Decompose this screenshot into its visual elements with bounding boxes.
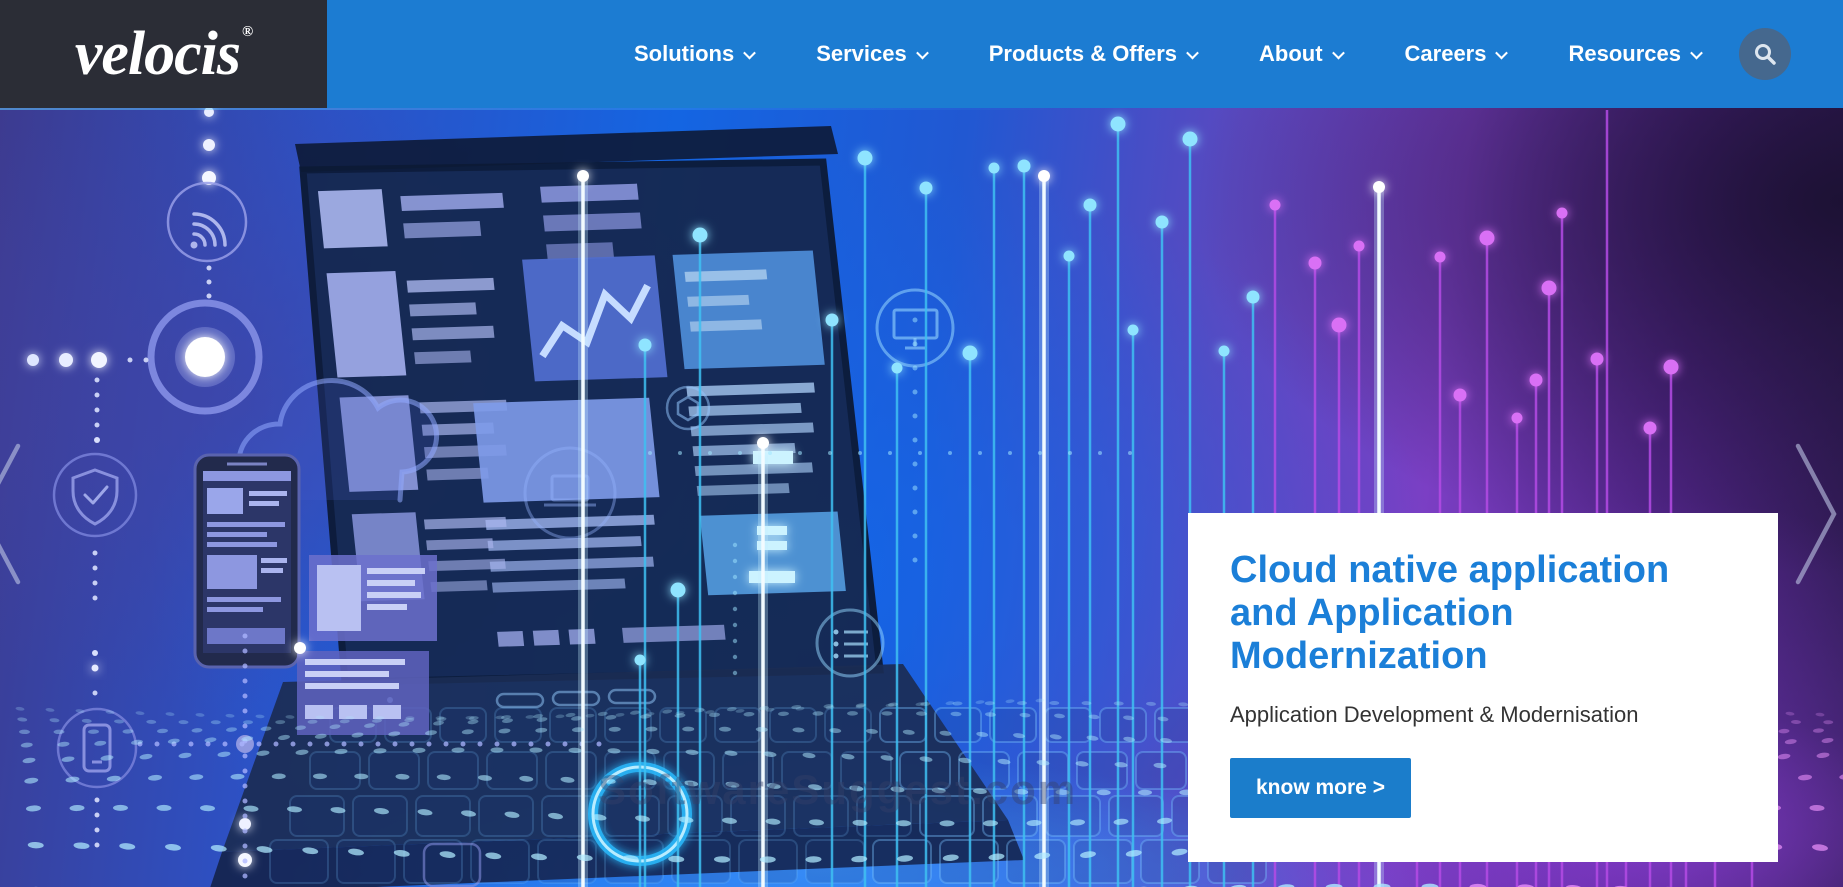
chevron-down-icon [1495,46,1509,59]
wifi-icon [166,181,248,263]
nav-item-services[interactable]: Services [816,41,929,67]
chevron-down-icon [1331,46,1345,59]
hero-heading: Cloud native application and Application… [1230,549,1670,677]
chevron-left-icon [0,443,21,585]
nav-label: About [1259,41,1323,66]
nav-item-about[interactable]: About [1259,41,1345,67]
nav-label: Solutions [633,41,735,66]
nav-label: Services [816,41,907,66]
chevron-down-icon [1690,46,1703,59]
chevron-down-icon [743,46,757,59]
nav-item-solutions[interactable]: Solutions [633,41,757,67]
nav-item-careers[interactable]: Careers [1404,41,1509,67]
page: velocis ® Solutions Services Products & O… [0,0,1843,887]
hero-banner: SoftwareSuggest.com Cloud native applica… [0,108,1843,887]
nav-label: Careers [1404,41,1487,66]
logo-text: velocis ® [74,20,253,88]
registered-mark-icon: ® [241,24,253,40]
chevron-right-icon [1795,443,1837,585]
hero-top-line [0,108,1069,110]
laptop-illustration [210,126,1267,887]
monitor-icon [875,288,955,368]
hero-card: Cloud native application and Application… [1188,513,1778,862]
logo[interactable]: velocis ® [0,0,327,108]
chevron-down-icon [1186,46,1199,59]
site-header: velocis ® Solutions Services Products & O… [0,0,1843,108]
main-nav: Solutions Services Products & Offers Abo… [633,41,1703,67]
nav-label: Resources [1568,41,1681,66]
nav-label: Products & Offers [988,41,1177,66]
shield-icon [52,452,138,538]
chevron-down-icon [915,46,929,59]
hero-subheading: Application Development & Modernisation [1230,701,1639,727]
carousel-prev-button[interactable] [0,434,28,594]
know-more-button[interactable]: know more > [1230,757,1411,818]
carousel-next-button[interactable] [1788,434,1843,594]
nav-item-products-offers[interactable]: Products & Offers [988,41,1199,67]
phone-icon [56,707,138,789]
search-button[interactable] [1739,28,1791,80]
search-icon [1755,44,1776,65]
nav-item-resources[interactable]: Resources [1568,41,1703,67]
